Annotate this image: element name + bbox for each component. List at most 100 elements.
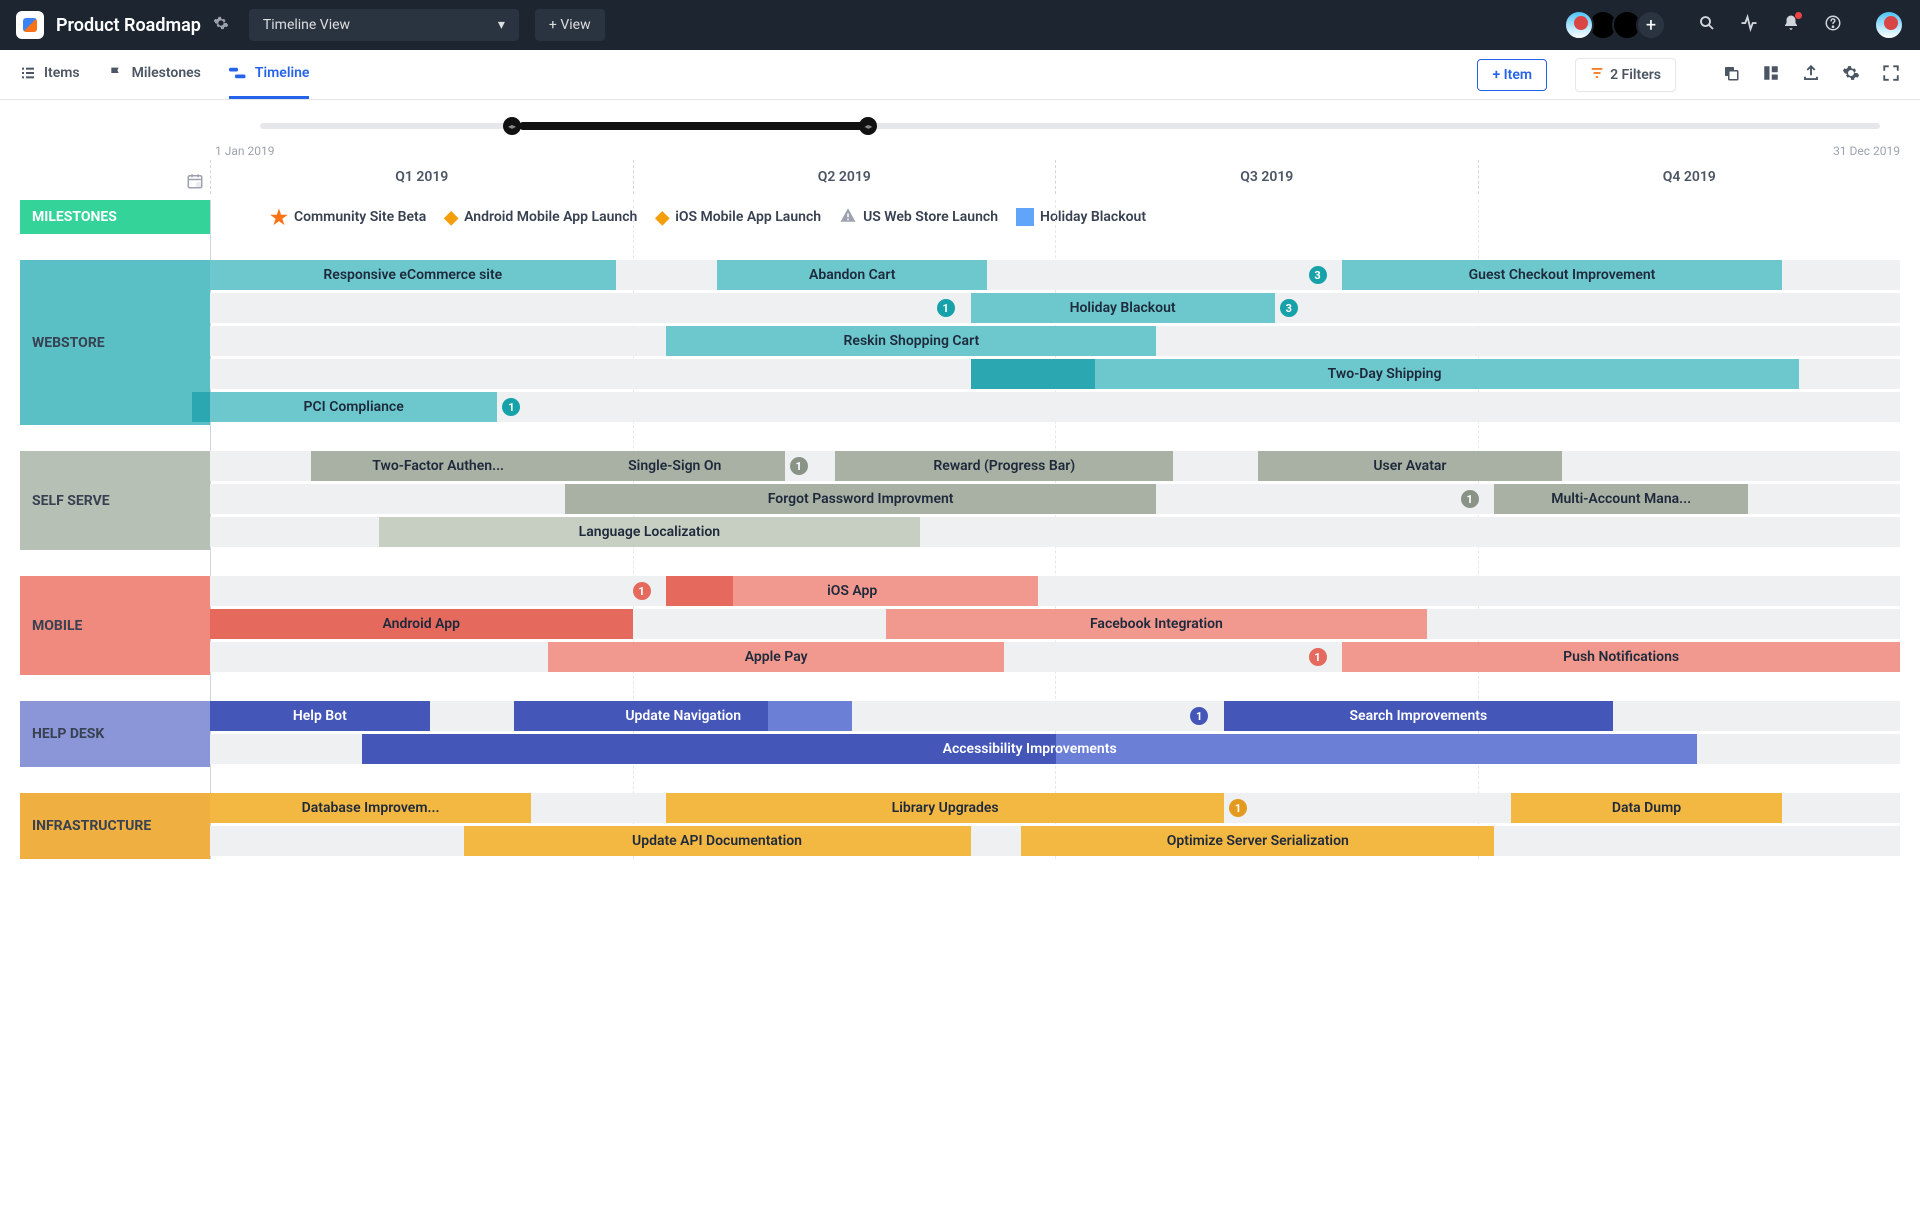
bar-label: PCI Compliance [304,399,404,415]
lane-row: Help Bot Update Navigation Search Improvem… [210,701,1900,731]
timeline-bar[interactable]: PCI Compliance [210,392,497,422]
lane-row: iOS App1 [210,576,1900,606]
filters-label: 2 Filters [1610,67,1661,83]
timeline-bar[interactable]: Language Localization [379,517,920,547]
timeline-bar[interactable]: Multi-Account Mana... [1494,484,1748,514]
timeline-bar[interactable]: Apple Pay [548,642,1004,672]
bar-label: User Avatar [1373,458,1446,474]
timeline-icon [229,65,247,81]
timeline-bar[interactable]: Library Upgrades [666,793,1224,823]
topbar-actions [1698,10,1904,40]
lane-row: Forgot Password Improvment Multi-Account … [210,484,1900,514]
swimlane-label: SELF SERVE [20,451,210,550]
add-user-button[interactable]: + [1636,10,1666,40]
gear-icon[interactable] [213,15,229,35]
bar-label: Guest Checkout Improvement [1469,267,1656,283]
bar-label: Two-Day Shipping [1328,366,1442,382]
fullscreen-icon[interactable] [1882,64,1900,86]
swimlane-helpdesk: HELP DESKHelp BotUpdate NavigationSearch… [20,701,1900,767]
bar-label: Holiday Blackout [1070,300,1176,316]
timeline-bar[interactable]: Guest Checkout Improvement [1342,260,1781,290]
tab-items[interactable]: Items [20,50,80,99]
timeline-bar[interactable]: Forgot Password Improvment [565,484,1157,514]
user-avatar-1[interactable] [1564,10,1594,40]
current-user-avatar[interactable] [1874,10,1904,40]
timeline-bar[interactable]: Push Notifications [1342,642,1900,672]
page-title: Product Roadmap [56,15,201,36]
lane-row: Accessibility Improvements [210,734,1900,764]
timeline-bar[interactable]: Responsive eCommerce site [210,260,616,290]
bar-label: Update Navigation [625,708,741,724]
copy-icon[interactable] [1722,64,1740,86]
app-logo[interactable] [16,11,44,39]
timeline-bar[interactable]: Optimize Server Serialization [1021,826,1494,856]
timeline-bar[interactable]: Update Navigation [514,701,852,731]
count-badge: 1 [790,457,808,475]
timeline-bar[interactable]: Reward (Progress Bar) [835,451,1173,481]
export-icon[interactable] [1802,64,1820,86]
timeline-start-date: 1 Jan 2019 [215,144,274,158]
timeline-bar[interactable]: Android App [210,609,633,639]
layout-icon[interactable] [1762,64,1780,86]
timeline-bar[interactable]: Search Improvements [1224,701,1613,731]
timeline-bar[interactable]: Update API Documentation [464,826,971,856]
lane-row: Responsive eCommerce site Abandon Cart Gue… [210,260,1900,290]
milestone-item[interactable]: ★Community Site Beta [270,205,426,229]
bar-label: Update API Documentation [632,833,802,849]
milestone-item[interactable]: US Web Store Launch [839,206,998,229]
timeline-bar[interactable]: Holiday Blackout [971,293,1275,323]
timeline-bar[interactable]: Data Dump [1511,793,1781,823]
filters-button[interactable]: 2 Filters [1575,58,1676,92]
timeline-bar[interactable]: User Avatar [1258,451,1562,481]
milestone-item[interactable]: Holiday Blackout [1016,208,1146,226]
swimlane-selfserve: SELF SERVE Two-Factor Authen... Single-Sig… [20,451,1900,550]
timeline-bar[interactable]: Single-Sign On [565,451,785,481]
timeline-bar[interactable]: iOS App [666,576,1038,606]
range-handle-end[interactable]: ◂▸ [859,117,877,135]
milestone-label: US Web Store Launch [863,209,998,225]
timeline-bar[interactable]: Accessibility Improvements [362,734,1697,764]
help-icon[interactable] [1824,14,1842,36]
timeline-bar[interactable]: Abandon Cart [717,260,987,290]
swimlane-label: INFRASTRUCTURE [20,793,210,859]
add-view-button[interactable]: + View [535,9,605,41]
timeline-bar[interactable]: Database Improvem... [210,793,531,823]
lane-row: Two-Day Shipping [210,359,1900,389]
calendar-icon[interactable] [186,172,204,194]
view-actions [1722,64,1900,86]
range-slider[interactable]: ◂▸ ◂▸ [20,112,1900,140]
range-handle-start[interactable]: ◂▸ [503,117,521,135]
chevron-down-icon: ▾ [498,17,505,33]
milestone-item[interactable]: ◆iOS Mobile App Launch [655,207,821,228]
bar-label: Apple Pay [745,649,808,665]
timeline-bar[interactable]: Two-Factor Authen... [311,451,565,481]
timeline-bar[interactable]: Facebook Integration [886,609,1427,639]
lane-row: Holiday Blackout13 [210,293,1900,323]
subbar: Items Milestones Timeline + Item 2 Filte… [0,50,1920,100]
list-icon [20,65,36,81]
quarter-q2: Q2 2019 [633,160,1056,194]
count-badge: 1 [1190,707,1208,725]
count-badge: 3 [1309,266,1327,284]
tab-milestones-label: Milestones [132,65,201,81]
search-icon[interactable] [1698,14,1716,36]
timeline-bar[interactable]: Help Bot [210,701,430,731]
bar-label: Facebook Integration [1090,616,1223,632]
bar-label: Single-Sign On [628,458,721,474]
flag-icon [108,65,124,81]
timeline-bar[interactable]: Reskin Shopping Cart [666,326,1156,356]
settings-icon[interactable] [1842,64,1860,86]
count-badge: 1 [1461,490,1479,508]
activity-icon[interactable] [1740,14,1758,36]
milestone-label: Community Site Beta [294,209,426,225]
milestone-item[interactable]: ◆Android Mobile App Launch [444,207,637,228]
count-badge: 1 [1309,648,1327,666]
add-item-button[interactable]: + Item [1477,59,1547,91]
view-selector[interactable]: Timeline View ▾ [249,9,519,41]
tab-milestones[interactable]: Milestones [108,50,201,99]
tab-timeline[interactable]: Timeline [229,50,310,99]
milestones-row: MILESTONES ★Community Site Beta◆Android … [20,200,1900,234]
bell-icon[interactable] [1782,14,1800,36]
timeline-bar[interactable]: Two-Day Shipping [971,359,1799,389]
bar-label: Optimize Server Serialization [1167,833,1349,849]
